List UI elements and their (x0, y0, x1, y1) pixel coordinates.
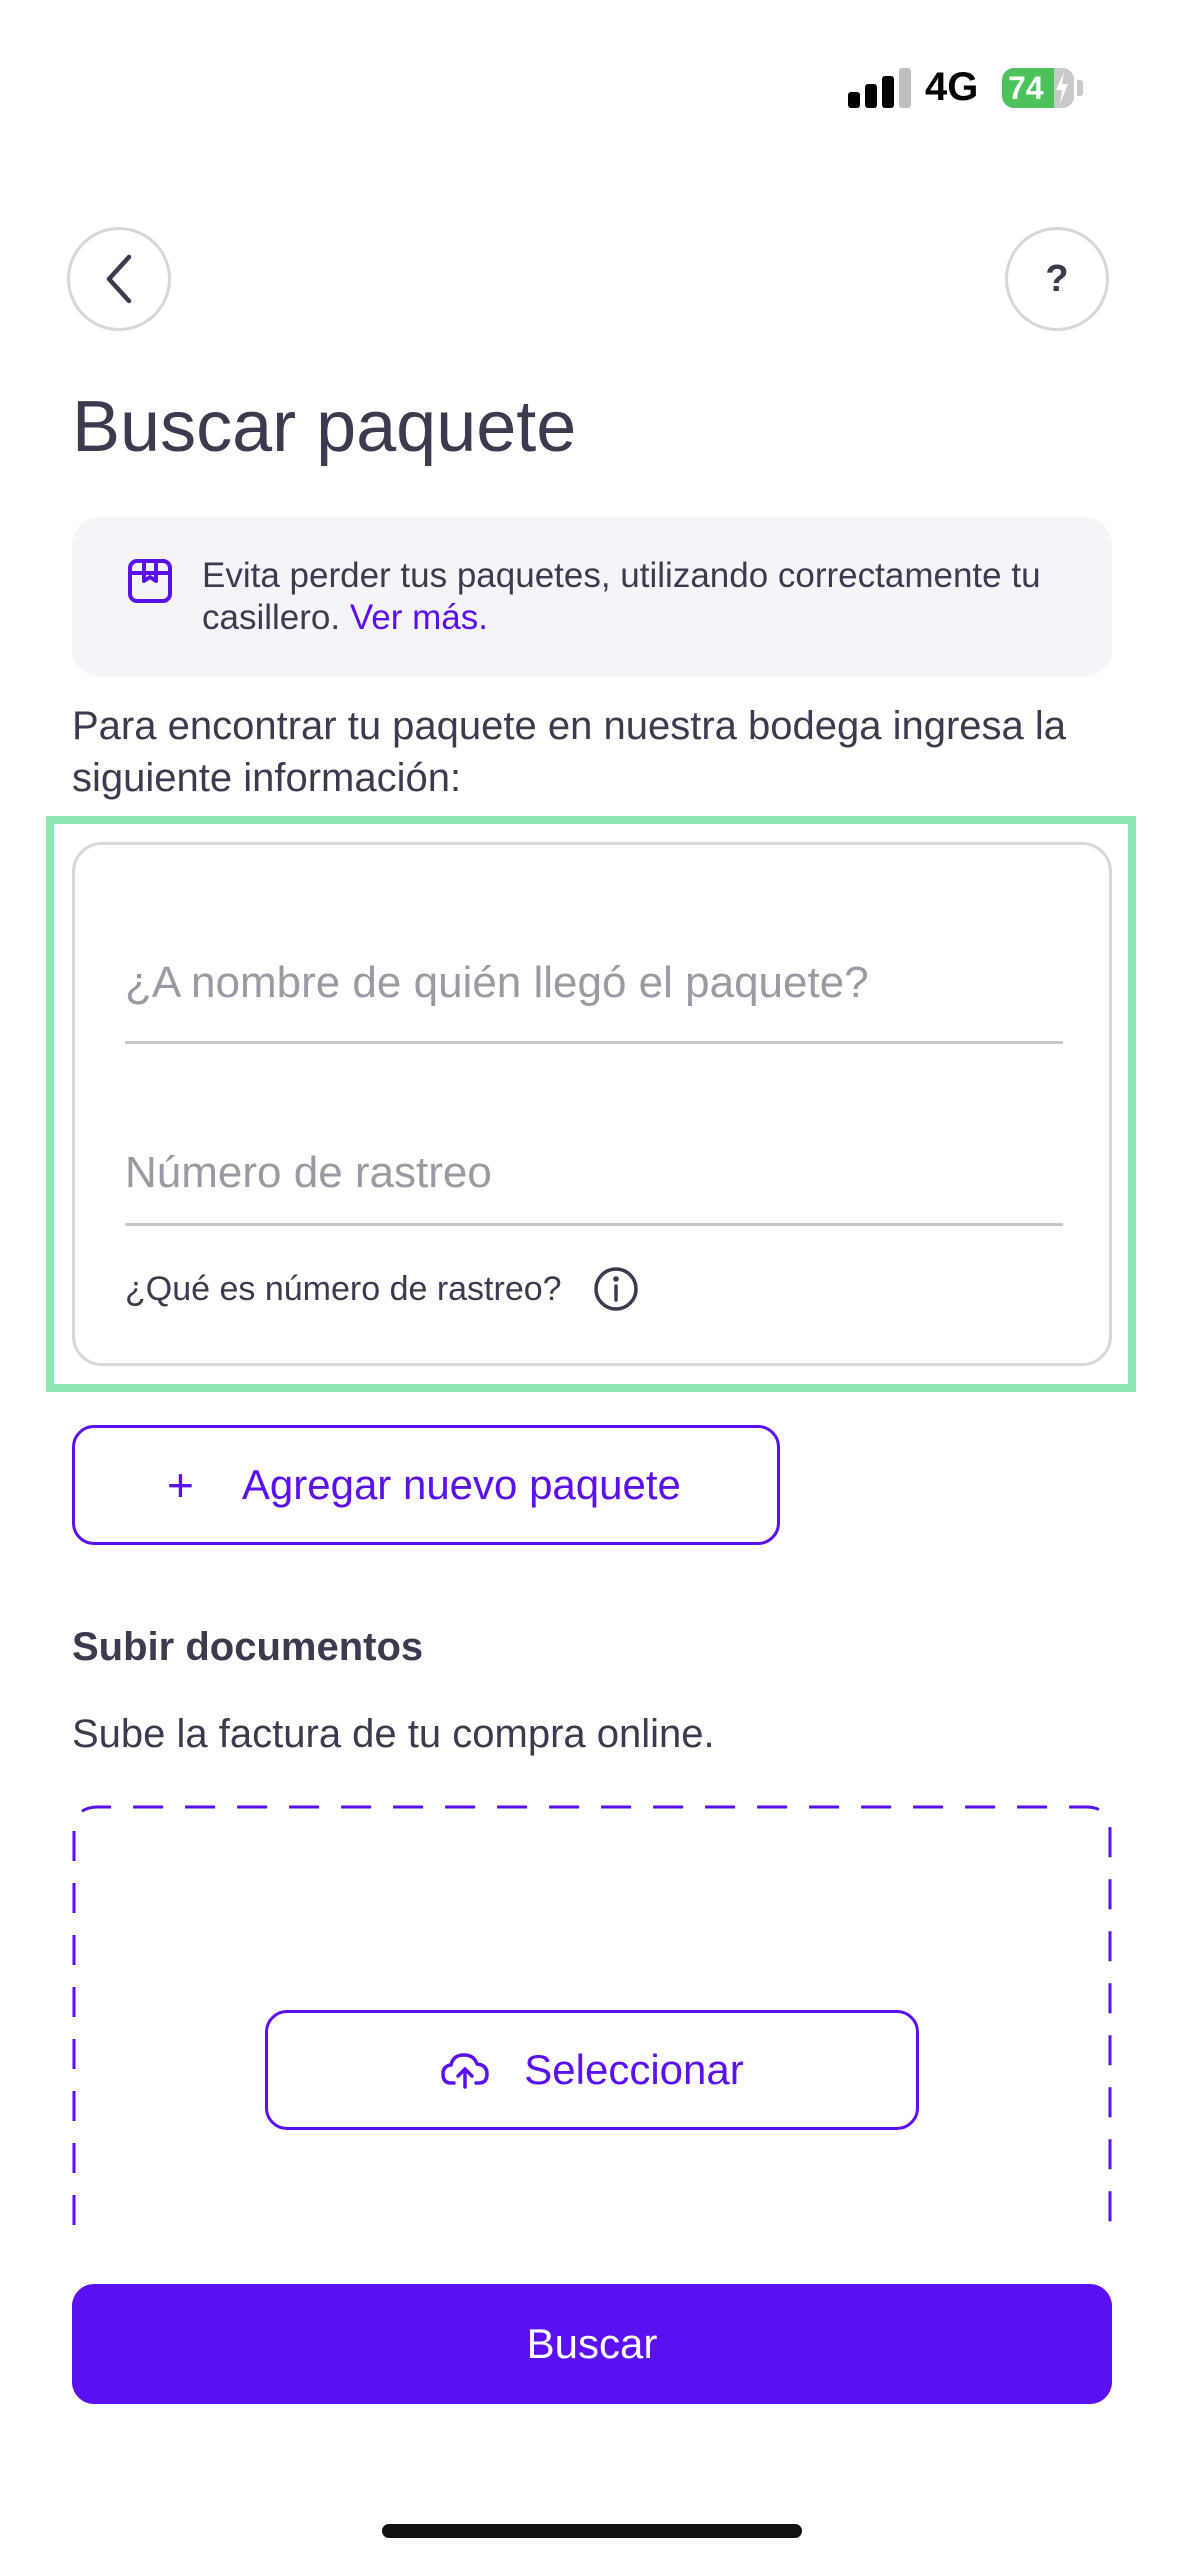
info-card: Evita perder tus paquetes, utilizando co… (72, 517, 1112, 677)
status-bar: 4G 74 (0, 0, 1179, 180)
search-package-screen: 4G 74 ? Buscar paquete Evita perder tus … (0, 0, 1179, 2556)
select-file-label: Seleccionar (524, 2046, 744, 2093)
back-button[interactable] (67, 227, 171, 331)
charging-bolt-icon (1056, 72, 1068, 104)
package-form-card: ¿Qué es número de rastreo? (72, 842, 1112, 1366)
upload-section-subtitle: Sube la factura de tu compra online. (72, 1712, 715, 1756)
recipient-name-field (125, 845, 1063, 1044)
recipient-name-input[interactable] (125, 953, 1063, 1013)
info-icon[interactable] (592, 1265, 640, 1313)
tracking-number-field (125, 1043, 1063, 1226)
network-label: 4G (925, 65, 979, 109)
add-package-label: Agregar nuevo paquete (241, 1461, 681, 1508)
tracking-help[interactable]: ¿Qué es número de rastreo? (125, 1265, 640, 1313)
help-button[interactable]: ? (1005, 227, 1109, 331)
chevron-left-icon (106, 254, 132, 304)
add-package-button[interactable]: + Agregar nuevo paquete (72, 1425, 780, 1545)
info-message: Evita perder tus paquetes, utilizando co… (202, 556, 1041, 637)
cloud-upload-icon (441, 2053, 490, 2089)
battery-cap (1077, 80, 1083, 96)
package-icon (128, 559, 172, 603)
battery-level: 74 (1008, 70, 1044, 106)
see-more-link[interactable]: Ver más. (350, 598, 488, 637)
home-indicator[interactable] (382, 2524, 802, 2538)
upload-section-title: Subir documentos (72, 1625, 424, 1669)
tracking-number-input[interactable] (125, 1143, 1063, 1203)
search-button[interactable]: Buscar (72, 2284, 1112, 2404)
signal-icon (848, 68, 912, 108)
help-icon: ? (1045, 257, 1069, 300)
tracking-help-label: ¿Qué es número de rastreo? (125, 1269, 562, 1308)
battery-icon: 74 (1002, 68, 1074, 108)
info-text: Evita perder tus paquetes, utilizando co… (202, 555, 1082, 639)
plus-icon: + (167, 1459, 194, 1511)
instructions-text: Para encontrar tu paquete en nuestra bod… (72, 704, 1067, 800)
select-file-button[interactable]: Seleccionar (265, 2010, 919, 2130)
page-title: Buscar paquete (72, 387, 577, 467)
